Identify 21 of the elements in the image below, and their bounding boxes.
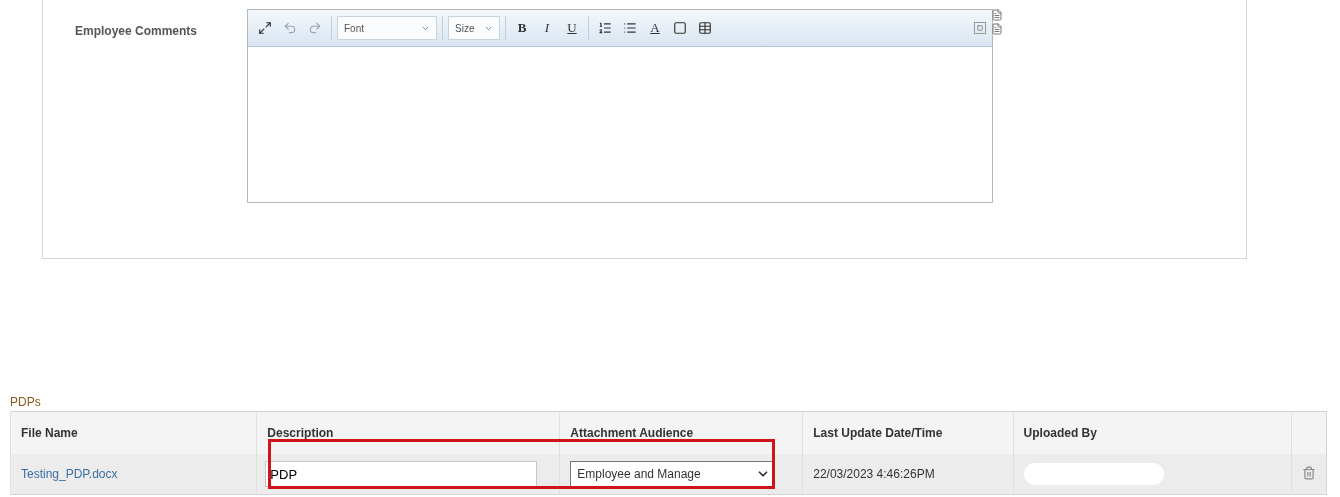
column-header: File Name	[10, 411, 257, 454]
toolbar-dropdown[interactable]: Size	[448, 16, 500, 40]
file-link[interactable]: Testing_PDP.docx	[21, 467, 118, 481]
collapse-toolbar-button[interactable]	[974, 22, 986, 34]
toolbar-dropdown[interactable]: Font	[337, 16, 437, 40]
document-icon[interactable]	[991, 9, 1003, 21]
text-color-button[interactable]: A	[644, 17, 666, 39]
document-icon[interactable]	[991, 23, 1003, 35]
field-label: Employee Comments	[75, 23, 199, 40]
delete-icon[interactable]	[1302, 465, 1316, 480]
format-button[interactable]: I	[536, 17, 558, 39]
column-header: Uploaded By	[1013, 411, 1292, 454]
description-field[interactable]: PDP	[265, 461, 538, 487]
rich-text-editor[interactable]: Font Size B I U A	[247, 9, 993, 203]
section-title: PDPs	[10, 395, 42, 409]
format-button[interactable]: U	[561, 17, 583, 39]
table-cell: 22/03/2023 4:46:26PM	[802, 454, 1014, 495]
format-button[interactable]: B	[511, 17, 533, 39]
column-header: Last Update Date/Time	[802, 411, 1014, 454]
column-header: Attachment Audience	[559, 411, 803, 454]
column-header: Description	[256, 411, 560, 454]
